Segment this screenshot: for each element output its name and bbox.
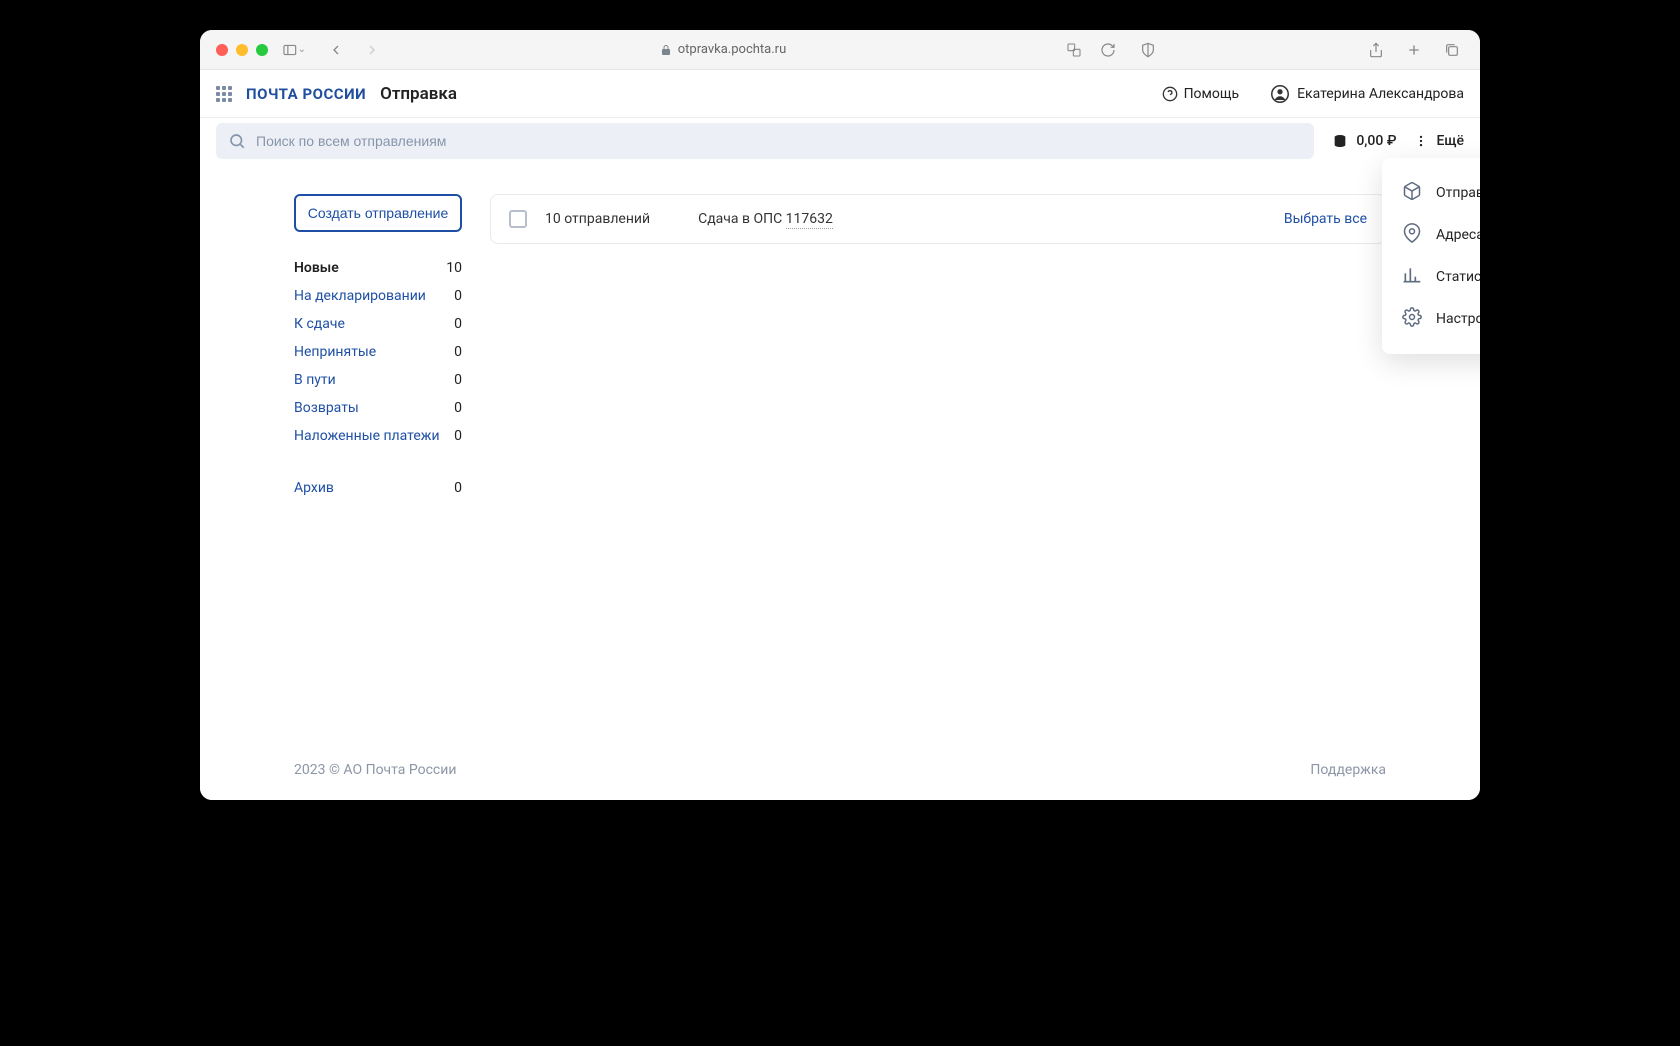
back-button[interactable] xyxy=(324,38,348,62)
select-all-link[interactable]: Выбрать все xyxy=(1284,211,1367,227)
balance-indicator[interactable]: 0,00 ₽ xyxy=(1332,133,1396,149)
sidebar-item-label: Архив xyxy=(294,480,334,496)
batch-count-label: 10 отправлений xyxy=(545,211,650,227)
sidebar-item-count: 0 xyxy=(454,428,462,444)
sidebar-item-label: На декларировании xyxy=(294,288,426,304)
dropdown-item-label: Отправления xyxy=(1436,185,1480,201)
copyright: 2023 © АО Почта России xyxy=(294,762,456,778)
maximize-window-button[interactable] xyxy=(256,44,268,56)
sidebar-item-new[interactable]: Новые 10 xyxy=(294,258,462,278)
help-label: Помощь xyxy=(1184,86,1240,102)
new-tab-icon[interactable] xyxy=(1402,38,1426,62)
sidebar-item-count: 0 xyxy=(454,344,462,360)
sidebar: Создать отправление Новые 10 На декларир… xyxy=(294,194,462,498)
translate-icon[interactable] xyxy=(1062,38,1086,62)
more-menu-button[interactable]: Ещё xyxy=(1414,133,1464,149)
help-link[interactable]: Помощь xyxy=(1162,86,1240,102)
main-content: 10 отправлений Сдача в ОПС 117632 Выбрат… xyxy=(490,194,1386,498)
more-dropdown: Отправления Адреса Статистика Настройки xyxy=(1382,158,1480,354)
sidebar-item-to-send[interactable]: К сдаче 0 xyxy=(294,314,462,334)
support-link[interactable]: Поддержка xyxy=(1310,762,1386,778)
sidebar-item-count: 10 xyxy=(446,260,462,276)
lock-icon xyxy=(660,44,672,56)
search-input[interactable] xyxy=(256,133,1302,149)
dropdown-item-shipments[interactable]: Отправления xyxy=(1382,172,1480,214)
sidebar-item-count: 0 xyxy=(454,480,462,496)
search-row: 0,00 ₽ Ещё xyxy=(200,118,1480,164)
user-icon xyxy=(1271,85,1289,103)
gear-icon xyxy=(1402,307,1422,331)
app-title: Отправка xyxy=(380,84,457,104)
batch-deposit-code[interactable]: 117632 xyxy=(786,211,833,229)
chart-icon xyxy=(1402,265,1422,289)
batch-checkbox[interactable] xyxy=(509,210,527,228)
apps-menu-icon[interactable] xyxy=(216,86,232,102)
sidebar-item-count: 0 xyxy=(454,372,462,388)
tabs-overview-icon[interactable] xyxy=(1440,38,1464,62)
batch-row[interactable]: 10 отправлений Сдача в ОПС 117632 Выбрат… xyxy=(490,194,1386,244)
dropdown-item-addresses[interactable]: Адреса xyxy=(1382,214,1480,256)
sidebar-item-label: Возвраты xyxy=(294,400,359,416)
coins-icon xyxy=(1332,133,1348,149)
user-menu[interactable]: Екатерина Александрова xyxy=(1271,85,1464,103)
sidebar-item-cod[interactable]: Наложенные платежи 0 xyxy=(294,426,462,446)
batch-deposit: Сдача в ОПС 117632 xyxy=(698,211,833,227)
logo[interactable]: ПОЧТА РОССИИ xyxy=(246,85,366,103)
dropdown-item-statistics[interactable]: Статистика xyxy=(1382,256,1480,298)
sidebar-item-declaration[interactable]: На декларировании 0 xyxy=(294,286,462,306)
dropdown-item-settings[interactable]: Настройки xyxy=(1382,298,1480,340)
box-icon xyxy=(1402,181,1422,205)
sidebar-item-archive[interactable]: Архив 0 xyxy=(294,478,462,498)
sidebar-item-label: К сдаче xyxy=(294,316,345,332)
app-header: ПОЧТА РОССИИ Отправка Помощь Екатерина А… xyxy=(200,70,1480,118)
browser-chrome: ⌄ otpravka.pochta.ru xyxy=(200,30,1480,70)
dropdown-item-label: Статистика xyxy=(1436,269,1480,285)
reload-icon[interactable] xyxy=(1096,38,1120,62)
sidebar-item-returns[interactable]: Возвраты 0 xyxy=(294,398,462,418)
window-controls xyxy=(216,44,268,56)
share-icon[interactable] xyxy=(1364,38,1388,62)
sidebar-item-label: В пути xyxy=(294,372,336,388)
shield-icon[interactable] xyxy=(1136,38,1160,62)
balance-value: 0,00 ₽ xyxy=(1356,133,1396,149)
sidebar-item-rejected[interactable]: Непринятые 0 xyxy=(294,342,462,362)
user-name: Екатерина Александрова xyxy=(1297,86,1464,102)
search-box[interactable] xyxy=(216,123,1314,159)
create-shipment-button[interactable]: Создать отправление xyxy=(294,194,462,232)
sidebar-item-count: 0 xyxy=(454,316,462,332)
dropdown-item-label: Адреса xyxy=(1436,227,1480,243)
search-icon xyxy=(228,132,246,150)
sidebar-item-in-transit[interactable]: В пути 0 xyxy=(294,370,462,390)
sidebar-toggle-icon[interactable]: ⌄ xyxy=(282,38,306,62)
batch-deposit-prefix: Сдача в ОПС xyxy=(698,211,786,227)
dropdown-item-label: Настройки xyxy=(1436,311,1480,327)
more-label: Ещё xyxy=(1436,133,1464,149)
sidebar-item-label: Непринятые xyxy=(294,344,376,360)
sidebar-item-label: Новые xyxy=(294,260,339,276)
url-display[interactable]: otpravka.pochta.ru xyxy=(678,42,786,57)
sidebar-item-count: 0 xyxy=(454,288,462,304)
footer: 2023 © АО Почта России Поддержка xyxy=(200,740,1480,800)
pin-icon xyxy=(1402,223,1422,247)
help-icon xyxy=(1162,86,1178,102)
minimize-window-button[interactable] xyxy=(236,44,248,56)
more-vertical-icon xyxy=(1414,134,1428,148)
close-window-button[interactable] xyxy=(216,44,228,56)
forward-button[interactable] xyxy=(360,38,384,62)
sidebar-item-label: Наложенные платежи xyxy=(294,428,440,444)
sidebar-item-count: 0 xyxy=(454,400,462,416)
